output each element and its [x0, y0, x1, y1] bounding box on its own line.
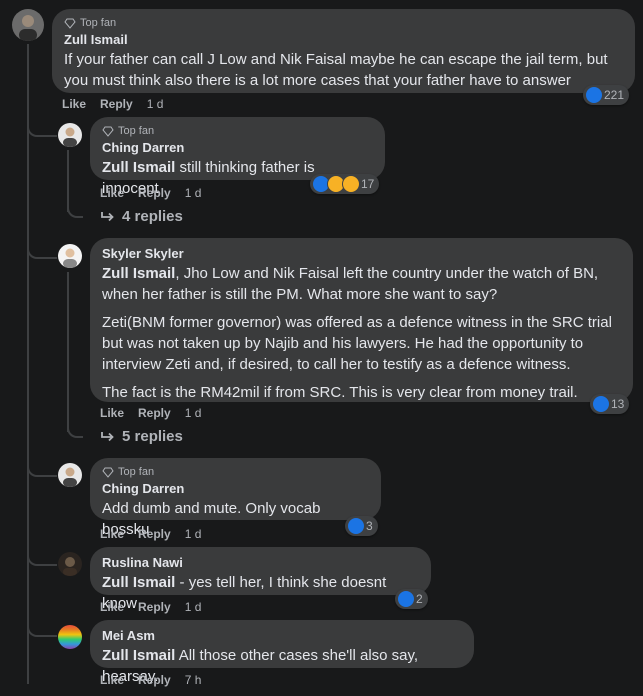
comment-bubble: Mei Asm Zull Ismail All those other case…	[90, 620, 474, 685]
reaction-summary[interactable]: 17	[310, 174, 380, 194]
comment-actions: Like Reply 1 d	[100, 527, 201, 541]
diamond-icon	[64, 18, 76, 29]
reaction-summary[interactable]: 2	[395, 589, 428, 609]
comment-author[interactable]: Ching Darren	[102, 140, 373, 155]
thread-connector	[27, 453, 57, 477]
reply-arrow-icon	[101, 431, 114, 441]
thread-connector	[27, 235, 57, 259]
sad-icon	[342, 175, 360, 193]
reaction-summary[interactable]: 221	[583, 85, 630, 105]
avatar[interactable]	[12, 9, 44, 41]
like-button[interactable]: Like	[100, 673, 124, 687]
view-replies-link[interactable]: 5 replies	[100, 428, 183, 445]
diamond-icon	[102, 467, 114, 478]
comment-actions: Like Reply 1 d	[62, 97, 163, 111]
comment-actions: Like Reply 1 d	[100, 600, 201, 614]
mention[interactable]: Zull Ismail	[102, 647, 175, 664]
comment-author[interactable]: Ching Darren	[102, 481, 369, 496]
reaction-summary[interactable]: 13	[590, 394, 630, 414]
comment-bubble: Skyler Skyler Zull Ismail, Jho Low and N…	[90, 238, 633, 402]
thread-line-sub	[67, 272, 69, 432]
reply-button[interactable]: Reply	[138, 186, 171, 200]
comment-bubble: Ruslina Nawi Zull Ismail - yes tell her,…	[90, 547, 431, 612]
reply-button[interactable]: Reply	[138, 406, 171, 420]
comment-bubble: Top fan Zull Ismail If your father can c…	[52, 9, 635, 93]
like-icon	[592, 395, 610, 413]
thread-line-main	[27, 44, 29, 684]
view-replies-link[interactable]: 4 replies	[100, 208, 183, 225]
comment-text: Zull Ismail, Jho Low and Nik Faisal left…	[102, 265, 612, 401]
mention[interactable]: Zull Ismail	[102, 265, 175, 282]
like-icon	[585, 86, 603, 104]
thread-connector	[67, 418, 83, 438]
timestamp[interactable]: 1 d	[185, 406, 202, 420]
avatar[interactable]	[58, 244, 82, 268]
thread-connector	[27, 613, 57, 637]
timestamp[interactable]: 7 h	[185, 673, 202, 687]
reply-button[interactable]: Reply	[138, 527, 171, 541]
mention[interactable]: Zull Ismail	[102, 574, 175, 591]
avatar[interactable]	[58, 123, 82, 147]
comment-bubble: Top fan Ching Darren Add dumb and mute. …	[90, 458, 381, 538]
comment-actions: Like Reply 1 d	[100, 186, 201, 200]
timestamp[interactable]: 1 d	[185, 527, 202, 541]
thread-connector	[67, 198, 83, 218]
like-icon	[347, 517, 365, 535]
thread-connector	[27, 113, 57, 137]
avatar[interactable]	[58, 552, 82, 576]
reaction-summary[interactable]: 3	[345, 516, 378, 536]
timestamp[interactable]: 1 d	[185, 600, 202, 614]
reply-arrow-icon	[101, 211, 114, 221]
like-button[interactable]: Like	[100, 186, 124, 200]
like-button[interactable]: Like	[62, 97, 86, 111]
top-fan-badge: Top fan	[102, 125, 373, 137]
like-button[interactable]: Like	[100, 600, 124, 614]
comment-text: If your father can call J Low and Nik Fa…	[64, 51, 608, 89]
avatar[interactable]	[58, 463, 82, 487]
top-fan-badge: Top fan	[64, 17, 623, 29]
like-icon	[397, 590, 415, 608]
comment-actions: Like Reply 1 d	[100, 406, 201, 420]
reply-button[interactable]: Reply	[138, 600, 171, 614]
reply-button[interactable]: Reply	[100, 97, 133, 111]
comment-author[interactable]: Zull Ismail	[64, 32, 623, 47]
top-fan-badge: Top fan	[102, 466, 369, 478]
timestamp[interactable]: 1 d	[147, 97, 164, 111]
comment-author[interactable]: Skyler Skyler	[102, 246, 621, 261]
comment-actions: Like Reply 7 h	[100, 673, 201, 687]
reply-button[interactable]: Reply	[138, 673, 171, 687]
like-button[interactable]: Like	[100, 406, 124, 420]
timestamp[interactable]: 1 d	[185, 186, 202, 200]
comment-bubble: Top fan Ching Darren Zull Ismail still t…	[90, 117, 385, 197]
comment-author[interactable]: Ruslina Nawi	[102, 555, 419, 570]
avatar[interactable]	[58, 625, 82, 649]
like-button[interactable]: Like	[100, 527, 124, 541]
thread-connector	[27, 542, 57, 566]
mention[interactable]: Zull Ismail	[102, 159, 175, 176]
comment-author[interactable]: Mei Asm	[102, 628, 462, 643]
diamond-icon	[102, 126, 114, 137]
